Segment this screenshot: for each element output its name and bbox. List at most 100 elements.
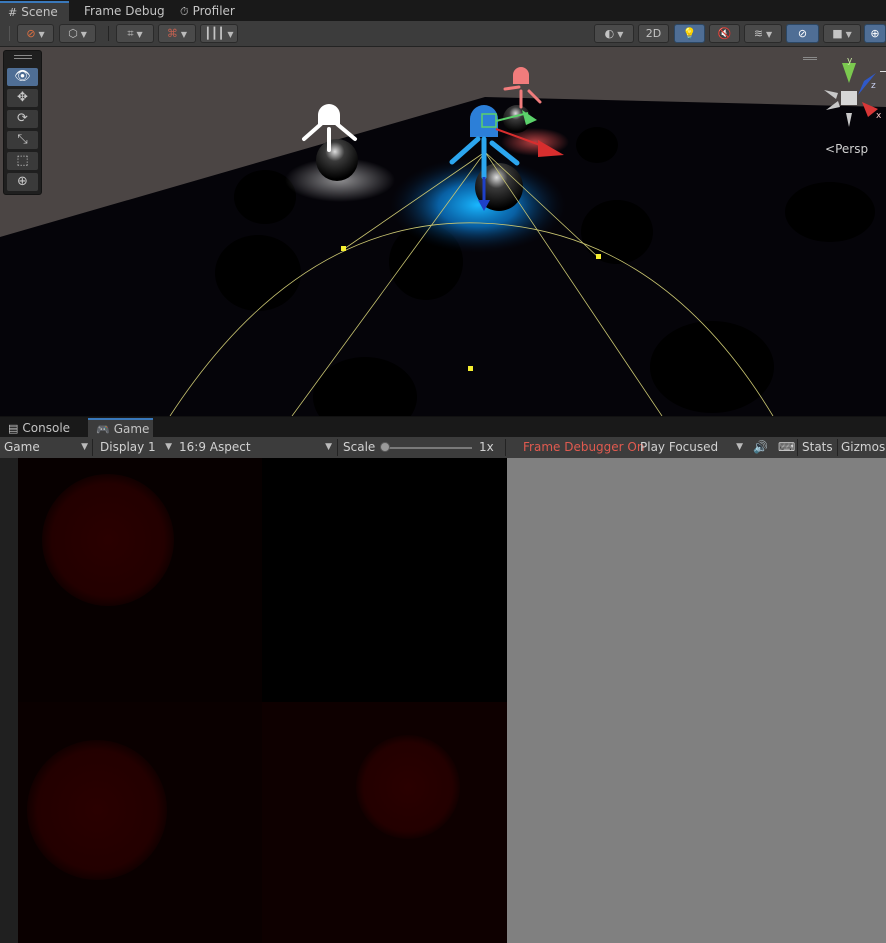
speaker-icon: 🔊 [753,440,768,454]
scale-tool-button[interactable]: ⤡ [7,131,38,149]
transform-tool-button[interactable]: ⊕ [7,173,38,191]
display-select[interactable]: Display 1 ▼ [96,437,176,458]
scale-label: Scale [343,440,376,454]
ruler-icon: ┃┃┃ [204,27,225,40]
scale-icon: ⤡ [17,132,28,147]
orientation-gizmo[interactable]: y z x [812,55,886,135]
game-letterbox [507,458,886,943]
chevron-down-icon: ▼ [80,30,87,39]
shadow-blob [650,321,774,413]
console-icon: ▤ [8,422,19,435]
2d-toggle-button[interactable]: 2D [638,24,669,43]
scene-toolbar: ⊘ ▼ ⬡ ▼ ⌗ ▼ ⌘ ▼ ┃┃┃ ▼ ◐ ▼ 2D 💡 🔇 ≋ ▼ ⊘ ■ ▼ ⊕ [0,21,886,47]
shadow-atlas-render [18,458,507,943]
audio-mute-icon: 🔇 [717,27,732,40]
shadow-blob [215,235,301,311]
draw-mode-icon: ⊘ [26,27,36,40]
gizmo-axis-x: x [876,111,882,121]
ruler-dropdown[interactable]: ┃┃┃ ▼ [200,24,238,43]
tab-profiler-label: Profiler [192,4,235,18]
rotate-tool-button[interactable]: ⟳ [7,110,38,128]
gizmo-axis-z: z [871,81,876,91]
game-view[interactable] [0,458,886,943]
frame-debugger-status: Frame Debugger On [523,440,645,454]
gizmos-button[interactable]: Gizmos [837,437,886,458]
cone-handle[interactable] [341,246,346,251]
keyboard-shortcuts-button[interactable]: ⌨ [774,437,796,458]
chevron-down-icon: ▼ [136,30,143,39]
draw-mode-dropdown[interactable]: ⊘ ▼ [17,24,54,43]
toolbar-divider [9,26,10,41]
shading-cube-dropdown[interactable]: ⬡ ▼ [59,24,96,43]
tab-game[interactable]: 🎮 Game [88,418,153,438]
lighting-toggle-button[interactable]: 💡 [674,24,705,43]
overlay-grip[interactable] [803,57,817,58]
display-select-value: Display 1 [100,440,156,454]
effects-dropdown[interactable]: ≋ ▼ [744,24,782,43]
play-focused-value: Play Focused [640,440,719,454]
scene-visibility-toggle[interactable]: ⊘ [786,24,819,43]
grid-snap-icon: ⌗ [127,27,134,40]
red-light-glow [501,128,569,156]
eye-icon: 👁 [14,69,31,84]
rect-icon: ⬚ [16,153,29,168]
toolbar-divider [108,26,109,41]
scale-slider-handle[interactable] [380,442,390,452]
chevron-down-icon: ▼ [227,30,234,39]
2d-label: 2D [645,27,662,40]
visibility-icon: ⊘ [797,27,808,40]
game-render-output [18,458,507,943]
gizmos-toggle-button[interactable]: ⊕ [864,24,886,43]
stats-button[interactable]: Stats [798,437,836,458]
scene-view[interactable]: y z x [0,47,886,416]
toolbar-divider [505,439,506,456]
rect-tool-button[interactable]: ⬚ [7,152,38,170]
panel-tab-bar: ▤ Console 🎮 Game [0,416,886,438]
sphere-object[interactable] [316,139,358,181]
aspect-select[interactable]: 16:9 Aspect ▼ [175,437,336,458]
camera-icon: ■ [832,27,843,40]
tab-scene-label: Scene [21,5,58,19]
keyboard-icon: ⌨ [778,440,796,454]
view-tool-button[interactable]: 👁 [7,68,38,86]
persp-chevron-icon: < [825,142,836,156]
mute-audio-button[interactable]: 🔊 [749,437,771,458]
grid-snap-dropdown[interactable]: ⌗ ▼ [116,24,154,43]
play-focused-select[interactable]: Play Focused ▼ [636,437,747,458]
overlay-edge [880,71,886,72]
cone-handle[interactable] [468,366,473,371]
audio-toggle-button[interactable]: 🔇 [709,24,740,43]
atlas-tile [262,458,507,702]
shadow-circle [356,735,460,839]
aspect-select-value: 16:9 Aspect [179,440,251,454]
scale-slider-track[interactable] [386,447,472,449]
move-icon: ✥ [17,90,28,105]
game-view-select-value: Game [4,440,40,454]
tab-console[interactable]: ▤ Console [0,418,78,438]
camera-dropdown[interactable]: ■ ▼ [823,24,861,43]
projection-toggle[interactable]: <Persp [825,142,868,156]
tool-palette-grip[interactable] [14,55,32,56]
gizmo-axis-y: y [847,56,853,66]
tab-profiler[interactable]: ⏱ Profiler [172,1,243,21]
toolbar-divider [92,439,93,456]
projection-label: Persp [835,142,869,156]
shading-mode-dropdown[interactable]: ◐ ▼ [594,24,634,43]
chevron-down-icon: ▼ [38,30,45,39]
chevron-down-icon: ▼ [617,30,624,39]
tool-palette: 👁 ✥ ⟳ ⤡ ⬚ ⊕ [3,50,42,195]
chevron-down-icon: ▼ [736,442,743,452]
game-view-select[interactable]: Game ▼ [0,437,92,458]
chevron-down-icon: ▼ [165,442,172,452]
chevron-down-icon: ▼ [180,30,188,39]
tab-console-label: Console [22,421,71,435]
increment-snap-dropdown[interactable]: ⌘ ▼ [158,24,196,43]
tab-frame-debug[interactable]: Frame Debug [76,1,173,21]
toolbar-divider [337,439,338,456]
scale-value: 1x [479,440,494,454]
move-tool-button[interactable]: ✥ [7,89,38,107]
cone-handle[interactable] [596,254,601,259]
chevron-down-icon: ▼ [325,442,332,452]
editor-tab-bar: # Scene Frame Debug ⏱ Profiler [0,0,886,22]
tab-scene[interactable]: # Scene [0,1,69,21]
